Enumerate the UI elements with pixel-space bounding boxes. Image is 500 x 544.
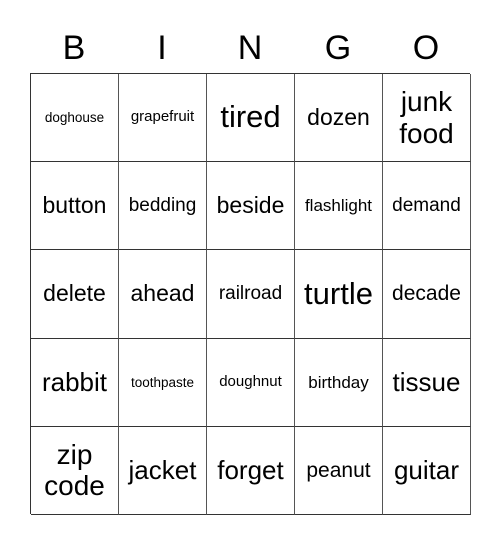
bingo-cell[interactable]: doghouse (31, 74, 119, 163)
header-letter-i: I (157, 29, 167, 67)
bingo-cell[interactable]: birthday (295, 338, 383, 427)
header-letter-n: N (237, 29, 263, 67)
bingo-cell[interactable]: peanut (295, 426, 383, 515)
bingo-cell[interactable]: grapefruit (119, 74, 207, 163)
bingo-cell[interactable]: button (31, 162, 119, 251)
bingo-cell[interactable]: flashlight (295, 162, 383, 251)
header-letter-b: B (62, 29, 86, 67)
bingo-cell[interactable]: railroad (207, 250, 295, 339)
bingo-cell[interactable]: zip code (31, 426, 119, 515)
bingo-cell[interactable]: demand (383, 162, 471, 251)
bingo-cell[interactable]: doughnut (207, 338, 295, 427)
bingo-cell[interactable]: tired (207, 74, 295, 163)
bingo-cell[interactable]: toothpaste (119, 338, 207, 427)
bingo-cell[interactable]: ahead (119, 250, 207, 339)
header-letter-g: G (324, 29, 352, 67)
bingo-cell[interactable]: decade (383, 250, 471, 339)
bingo-header: B I N G O (30, 26, 470, 70)
bingo-cell[interactable]: tissue (383, 338, 471, 427)
bingo-cell[interactable]: rabbit (31, 338, 119, 427)
bingo-cell[interactable]: guitar (383, 426, 471, 515)
bingo-cell[interactable]: delete (31, 250, 119, 339)
bingo-board: doghouse grapefruit tired dozen junk food but… (30, 73, 471, 515)
header-letter-o: O (412, 29, 440, 67)
bingo-cell[interactable]: jacket (119, 426, 207, 515)
bingo-cell[interactable]: forget (207, 426, 295, 515)
bingo-cell[interactable]: junk food (383, 74, 471, 163)
bingo-cell[interactable]: bedding (119, 162, 207, 251)
bingo-cell[interactable]: beside (207, 162, 295, 251)
bingo-cell[interactable]: turtle (295, 250, 383, 339)
bingo-cell[interactable]: dozen (295, 74, 383, 163)
